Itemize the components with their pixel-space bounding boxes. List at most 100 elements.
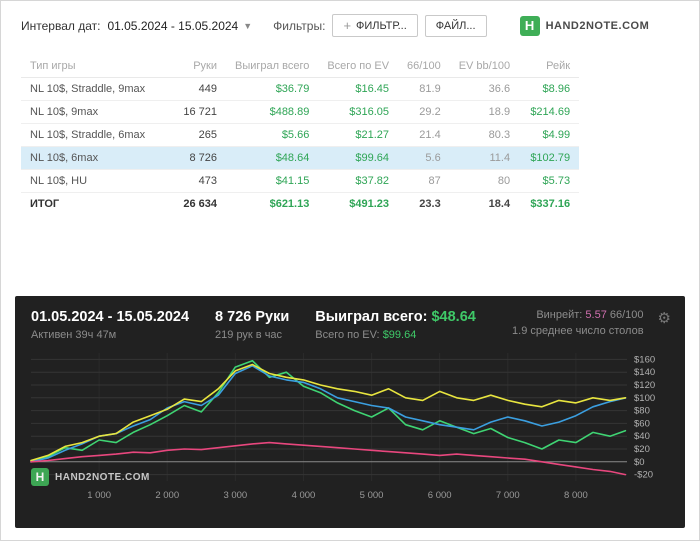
table-cell: 21.4 (398, 123, 450, 147)
table-cell: NL 10$, 9max (21, 100, 171, 124)
chart-won-label: Выиграл всего: (315, 309, 428, 325)
table-cell: NL 10$, Straddle, 6max (21, 123, 171, 147)
chart-ev-line: Всего по EV: $99.64 (315, 329, 476, 341)
chart-ev-label: Всего по EV: (315, 329, 380, 341)
watermark-logo-text: HAND2NOTE.COM (55, 471, 150, 483)
filters-label: Фильтры: (273, 18, 326, 33)
add-filter-button[interactable]: + ФИЛЬТР... (332, 14, 418, 37)
table-row[interactable]: NL 10$, 6max 8 726 $48.64 $99.64 5.6 11.4 $102… (21, 146, 580, 170)
total-row[interactable]: ИТОГ 26 634 $621.13 $491.23 23.3 18.4 $337.16 (21, 192, 580, 215)
table-cell: 80 (449, 169, 520, 193)
table-cell: 80.3 (449, 123, 520, 147)
table-row[interactable]: NL 10$, HU 473 $41.15 $37.82 87 80 $5.73 (21, 169, 580, 193)
svg-text:$100: $100 (634, 393, 655, 404)
table-cell: 11.4 (449, 146, 520, 170)
chart-won-line: Выиграл всего: $48.64 (315, 309, 476, 325)
column-header[interactable]: Выиграл всего (226, 55, 319, 78)
chart-won-block: Выиграл всего: $48.64 Всего по EV: $99.6… (315, 309, 476, 341)
chart-ev-value: $99.64 (382, 329, 417, 341)
table-cell: $4.99 (519, 123, 580, 147)
table-cell: 449 (171, 77, 226, 101)
table-cell: 87 (398, 169, 450, 193)
chart-header: 01.05.2024 - 15.05.2024 Активен 39ч 47м … (15, 296, 685, 343)
chart-hands-block: 8 726 Руки 219 рук в час (215, 309, 289, 341)
svg-text:1 000: 1 000 (87, 490, 111, 501)
chart-watermark: H HAND2NOTE.COM (31, 468, 150, 486)
table-cell: 8 726 (171, 146, 226, 170)
date-range-selector[interactable]: 01.05.2024 - 15.05.2024 ▼ (107, 19, 252, 33)
table-cell: ИТОГ (21, 192, 171, 215)
column-header[interactable]: Тип игры (21, 55, 171, 78)
column-header[interactable]: Руки (171, 55, 226, 78)
toolbar: Интервал дат: 01.05.2024 - 15.05.2024 ▼ … (1, 1, 699, 45)
chevron-down-icon: ▼ (243, 20, 253, 31)
svg-text:$80: $80 (634, 406, 650, 417)
table-header-row: Тип игры Руки Выиграл всего Всего по EV 66/1… (21, 55, 580, 78)
chart-winrate-block: Винрейт: 5.57 66/100 1.9 среднее число с… (512, 309, 644, 341)
table-cell: $21.27 (318, 123, 399, 147)
table-cell: $48.64 (226, 146, 319, 170)
chart-winrate-label: Винрейт: (536, 309, 583, 321)
table-cell: NL 10$, Straddle, 9max (21, 77, 171, 101)
table-cell: $491.23 (318, 192, 399, 215)
plus-icon: + (343, 18, 352, 33)
svg-text:-$20: -$20 (634, 470, 653, 481)
stats-table-body: NL 10$, Straddle, 9max 449 $36.79 $16.45 81.… (21, 77, 580, 215)
svg-text:$0: $0 (634, 457, 645, 468)
chart-date-block: 01.05.2024 - 15.05.2024 Активен 39ч 47м (31, 309, 189, 341)
table-cell: $214.69 (519, 100, 580, 124)
table-cell: $41.15 (226, 169, 319, 193)
column-header[interactable]: Рейк (519, 55, 580, 78)
gear-icon[interactable]: ⚙ (658, 311, 671, 326)
watermark-logo-icon: H (31, 468, 49, 486)
column-header[interactable]: EV bb/100 (449, 55, 520, 78)
table-cell: $8.96 (519, 77, 580, 101)
chart-winrate-unit: 66/100 (609, 309, 644, 321)
svg-text:6 000: 6 000 (428, 490, 452, 501)
file-button[interactable]: ФАЙЛ... (424, 14, 487, 37)
table-cell: NL 10$, 6max (21, 146, 171, 170)
chart-hands: 8 726 Руки (215, 309, 290, 325)
chart-hands-per-hour: 219 рук в час (215, 329, 283, 341)
date-range-label: Интервал дат: (21, 18, 101, 33)
table-row[interactable]: NL 10$, Straddle, 6max 265 $5.66 $21.27 21.4… (21, 123, 580, 147)
date-range-value: 01.05.2024 - 15.05.2024 (107, 18, 239, 33)
column-header[interactable]: Всего по EV (318, 55, 399, 78)
table-cell: 36.6 (449, 77, 520, 101)
table-cell: 473 (171, 169, 226, 193)
table-cell: 29.2 (398, 100, 450, 124)
table-cell: $5.66 (226, 123, 319, 147)
table-cell: 18.9 (449, 100, 520, 124)
table-cell: 265 (171, 123, 226, 147)
table-cell: 5.6 (398, 146, 450, 170)
table-cell: 81.9 (398, 77, 450, 101)
svg-text:$160: $160 (634, 354, 655, 365)
column-header[interactable]: 66/100 (398, 55, 450, 78)
table-cell: $488.89 (226, 100, 319, 124)
svg-text:3 000: 3 000 (223, 490, 247, 501)
table-cell: $16.45 (318, 77, 399, 101)
chart-panel: 01.05.2024 - 15.05.2024 Активен 39ч 47м … (15, 296, 685, 528)
svg-text:4 000: 4 000 (292, 490, 316, 501)
table-cell: $102.79 (519, 146, 580, 170)
svg-text:7 000: 7 000 (496, 490, 520, 501)
table-cell: $5.73 (519, 169, 580, 193)
chart-winrate-line: Винрейт: 5.57 66/100 (512, 309, 644, 321)
table-row[interactable]: NL 10$, 9max 16 721 $488.89 $316.05 29.2 18.9… (21, 100, 580, 124)
svg-text:$60: $60 (634, 418, 650, 429)
chart-avg-tables: 1.9 среднее число столов (512, 325, 644, 337)
svg-text:$20: $20 (634, 444, 650, 455)
svg-text:8 000: 8 000 (564, 490, 588, 501)
svg-text:$40: $40 (634, 431, 650, 442)
hand2note-logo: H HAND2NOTE.COM (519, 15, 650, 36)
chart-won-value: $48.64 (431, 309, 476, 325)
table-cell: $36.79 (226, 77, 319, 101)
table-cell: $37.82 (318, 169, 399, 193)
table-cell: 23.3 (398, 192, 450, 215)
table-row[interactable]: NL 10$, Straddle, 9max 449 $36.79 $16.45 81.… (21, 77, 580, 101)
table-cell: 18.4 (449, 192, 520, 215)
hand2note-logo-text: HAND2NOTE.COM (545, 19, 650, 32)
hand2note-logo-icon: H (519, 15, 540, 36)
table-cell: 26 634 (171, 192, 226, 215)
chart-active-time: Активен 39ч 47м (31, 329, 117, 341)
